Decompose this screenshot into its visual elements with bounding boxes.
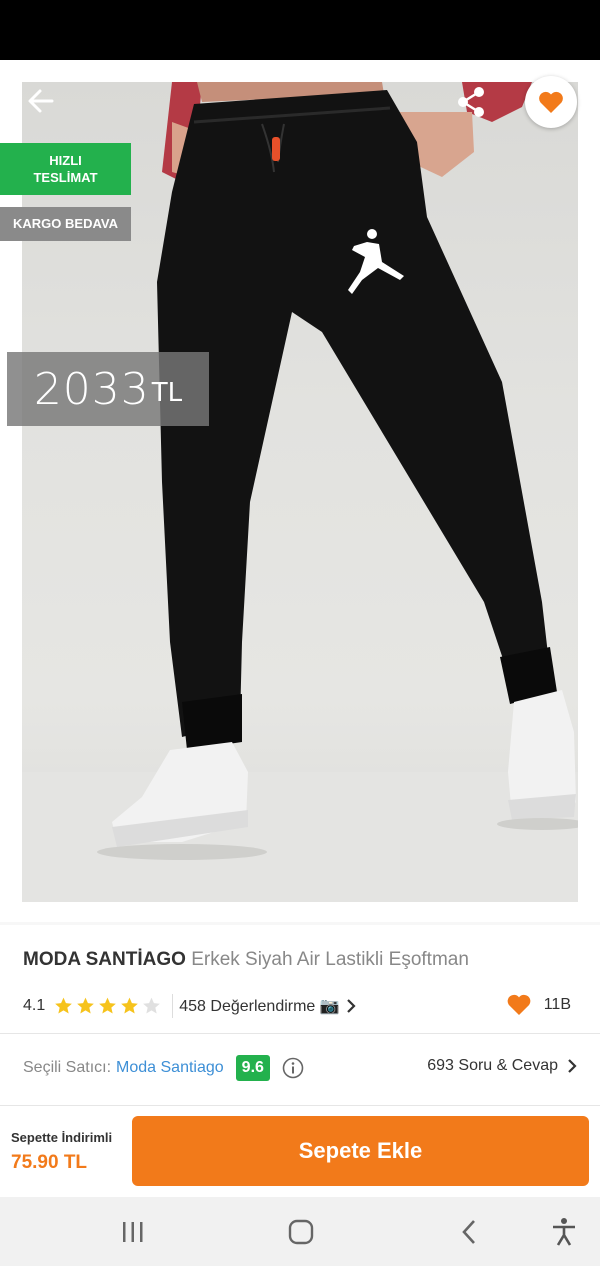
overlay-price-suffix: TL — [151, 378, 183, 408]
heart-icon — [507, 994, 531, 1016]
accessibility-icon — [553, 1218, 575, 1246]
add-to-cart-bar: Sepette İndirimli 75.90 TL Sepete Ekle — [0, 1105, 600, 1198]
product-title: MODA SANTİAGO Erkek Siyah Air Lastikli E… — [23, 949, 469, 971]
arrow-left-icon — [28, 89, 54, 113]
home-button[interactable] — [283, 1215, 319, 1249]
star-icon — [77, 997, 95, 1014]
info-icon[interactable] — [282, 1057, 304, 1079]
system-nav-bar — [0, 1197, 600, 1266]
fast-delivery-line1: HIZLI — [49, 153, 82, 168]
free-cargo-badge: KARGO BEDAVA — [0, 207, 131, 241]
recent-apps-icon — [123, 1222, 143, 1242]
home-icon — [288, 1219, 314, 1245]
reviews-link[interactable]: 458 Değerlendirme 📷 — [179, 996, 339, 1016]
fast-delivery-badge: HIZLI TESLİMAT — [0, 143, 131, 195]
heart-icon — [539, 91, 563, 113]
chevron-right-icon — [568, 1059, 577, 1073]
chevron-right-icon — [346, 999, 356, 1013]
divider — [0, 1033, 600, 1034]
product-image[interactable] — [22, 82, 578, 902]
product-brand[interactable]: MODA SANTİAGO — [23, 949, 186, 970]
seller-row: Seçili Satıcı: Moda Santiago 9.6 693 Sor… — [23, 1053, 578, 1083]
star-empty-icon — [143, 997, 161, 1014]
product-info: MODA SANTİAGO Erkek Siyah Air Lastikli E… — [0, 925, 600, 1105]
product-name: Erkek Siyah Air Lastikli Eşoftman — [191, 949, 469, 970]
rating-stars — [53, 996, 162, 1016]
share-button[interactable] — [454, 84, 490, 120]
seller-name-link[interactable]: Moda Santiago — [116, 1059, 224, 1077]
qa-label: 693 Soru & Cevap — [427, 1057, 558, 1074]
share-icon — [458, 87, 484, 117]
nav-back-icon — [462, 1220, 475, 1244]
add-to-cart-button[interactable]: Sepete Ekle — [132, 1116, 589, 1186]
star-icon — [121, 997, 139, 1014]
seller-score-badge: 9.6 — [235, 1055, 270, 1081]
questions-answers-link[interactable]: 693 Soru & Cevap — [427, 1057, 578, 1075]
rating-separator — [172, 994, 174, 1018]
favorite-count-value: 11B — [543, 995, 571, 1013]
star-icon — [55, 997, 73, 1014]
back-button[interactable] — [24, 84, 58, 118]
favorite-button[interactable] — [525, 76, 577, 128]
star-icon — [99, 997, 117, 1014]
favorite-count: 11B — [506, 993, 578, 1016]
rating-row: 4.1 458 Değerlendirme 📷 11B — [23, 993, 578, 1019]
nav-back-button[interactable] — [451, 1215, 487, 1249]
overlay-price-number: 2033 — [33, 363, 150, 415]
image-price-overlay: 2033 TL — [7, 352, 209, 426]
accessibility-button[interactable] — [546, 1215, 582, 1249]
recent-apps-button[interactable] — [115, 1215, 151, 1249]
rating-value: 4.1 — [23, 997, 46, 1014]
status-bar — [0, 0, 600, 60]
discount-label: Sepette İndirimli — [11, 1130, 113, 1145]
discount-price: 75.90 TL — [11, 1152, 88, 1173]
seller-label: Seçili Satıcı: — [23, 1059, 112, 1076]
fast-delivery-line2: TESLİMAT — [33, 170, 98, 185]
